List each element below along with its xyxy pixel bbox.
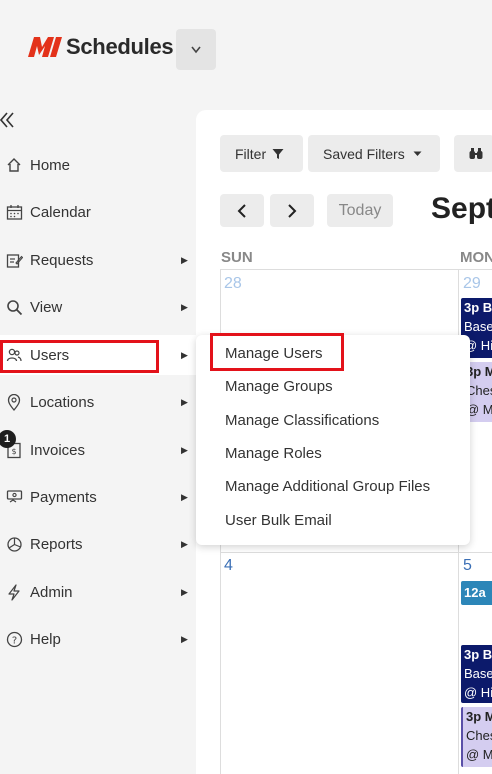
day-of-week-header: MON — [460, 249, 492, 266]
sidebar-item-help[interactable]: ? Help ▶ — [0, 619, 196, 659]
sidebar-item-label: Calendar — [30, 203, 91, 221]
sidebar-item-label: Requests — [30, 251, 94, 269]
menu-item-manage-groups[interactable]: Manage Groups — [225, 378, 333, 395]
payment-icon — [5, 488, 23, 506]
search-icon — [5, 298, 23, 316]
help-icon: ? — [5, 630, 23, 648]
day-number[interactable]: 5 — [463, 557, 472, 575]
sidebar-item-reports[interactable]: Reports ▶ — [0, 524, 196, 564]
event-time: 12a — [464, 585, 486, 600]
saved-filters-button[interactable]: Saved Filters — [308, 135, 440, 172]
find-button[interactable] — [454, 135, 492, 172]
event-title: Base — [464, 319, 492, 334]
menu-item-manage-additional-group-files[interactable]: Manage Additional Group Files — [225, 478, 430, 495]
sidebar-item-invoices[interactable]: $ Invoices ▶ — [0, 430, 196, 470]
sidebar-item-label: Locations — [30, 393, 95, 411]
caret-right-icon: ▶ — [181, 491, 188, 502]
binoculars-icon — [469, 148, 483, 159]
svg-text:$: $ — [11, 447, 16, 456]
app-logo[interactable]: Schedules — [26, 33, 174, 61]
app-name: Schedules — [66, 34, 174, 59]
event-time: 3p B — [464, 300, 492, 315]
grid-line — [220, 269, 492, 270]
menu-item-manage-users[interactable]: Manage Users — [225, 345, 323, 362]
sidebar-item-admin[interactable]: Admin ▶ — [0, 572, 196, 612]
sidebar-item-label: View — [30, 298, 63, 316]
caret-right-icon: ▶ — [181, 301, 188, 312]
calendar-event[interactable]: 3p M Ches @ M — [461, 707, 492, 767]
menu-item-manage-roles[interactable]: Manage Roles — [225, 445, 322, 462]
grid-line — [220, 552, 492, 553]
collapse-sidebar-button[interactable] — [0, 110, 16, 130]
day-number[interactable]: 4 — [224, 557, 233, 575]
today-button[interactable]: Today — [327, 194, 393, 227]
sidebar-item-label: Help — [30, 630, 61, 648]
sidebar-item-calendar[interactable]: Calendar — [0, 192, 196, 232]
caret-right-icon: ▶ — [181, 633, 188, 644]
svg-text:?: ? — [11, 635, 16, 646]
caret-right-icon: ▶ — [181, 444, 188, 455]
double-chevron-left-icon — [0, 112, 14, 128]
sidebar-item-locations[interactable]: Locations ▶ — [0, 382, 196, 422]
sidebar-item-label: Home — [30, 156, 71, 174]
chevron-right-icon — [288, 203, 297, 218]
location-pin-icon — [5, 393, 23, 411]
calendar-event[interactable]: 12a — [461, 581, 492, 605]
lightning-icon — [5, 583, 23, 601]
highlight-users — [0, 340, 159, 373]
next-button[interactable] — [270, 194, 314, 227]
day-of-week-header: SUN — [221, 249, 253, 266]
event-time: 3p M — [466, 709, 492, 724]
caret-right-icon: ▶ — [181, 586, 188, 597]
caret-right-icon: ▶ — [181, 254, 188, 265]
sidebar-item-label: Reports — [30, 535, 83, 553]
pie-chart-icon — [5, 535, 23, 553]
menu-item-manage-classifications[interactable]: Manage Classifications — [225, 412, 379, 429]
edit-note-icon — [5, 251, 23, 269]
caret-right-icon: ▶ — [181, 538, 188, 549]
filter-label: Filter — [235, 145, 267, 162]
app-switcher-button[interactable] — [176, 29, 216, 70]
filter-button[interactable]: Filter — [220, 135, 303, 172]
sidebar-item-label: Payments — [30, 488, 97, 506]
month-title: Sept — [431, 192, 492, 225]
event-title: Base — [464, 666, 492, 681]
menu-item-user-bulk-email[interactable]: User Bulk Email — [225, 512, 332, 529]
chevron-left-icon — [237, 203, 246, 218]
sidebar-item-label: Admin — [30, 583, 73, 601]
sidebar-item-view[interactable]: View ▶ — [0, 287, 196, 327]
day-number[interactable]: 29 — [463, 275, 481, 293]
caret-down-icon — [413, 151, 422, 156]
funnel-icon — [272, 148, 284, 159]
day-number[interactable]: 28 — [224, 275, 242, 293]
sidebar-item-home[interactable]: Home — [0, 145, 196, 185]
caret-right-icon: ▶ — [181, 396, 188, 407]
event-time: 3p B — [464, 647, 492, 662]
home-icon — [5, 156, 23, 174]
calendar-event[interactable]: 3p B Base @ Hi — [461, 645, 492, 703]
logo-mark-icon — [28, 37, 62, 57]
caret-right-icon: ▶ — [181, 349, 188, 360]
event-title: Ches — [466, 728, 492, 743]
sidebar-item-requests[interactable]: Requests ▶ — [0, 240, 196, 280]
event-location: @ M — [466, 747, 492, 762]
chevron-down-icon — [191, 46, 201, 53]
event-location: @ Hi — [464, 685, 492, 700]
calendar-icon — [5, 203, 23, 221]
sidebar-item-payments[interactable]: Payments ▶ — [0, 477, 196, 517]
sidebar-item-label: Invoices — [30, 441, 86, 459]
previous-button[interactable] — [220, 194, 264, 227]
saved-filters-label: Saved Filters — [323, 145, 405, 162]
